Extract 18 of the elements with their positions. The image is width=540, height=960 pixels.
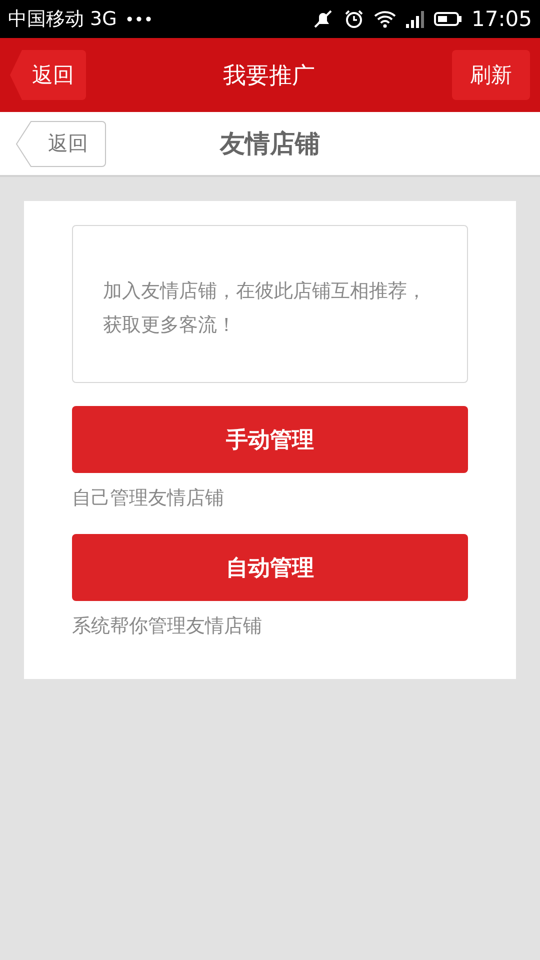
notification-dots: ••• [124,10,154,28]
carrier-label: 中国移动 3G [8,7,117,32]
manage-button[interactable]: 自动管理 [72,534,468,601]
page-title: 我要推广 [222,62,316,90]
alarm-clock-icon [343,9,366,29]
clock-time: 17:05 [471,7,532,31]
signal-icon [405,10,426,28]
battery-icon [434,11,462,27]
back-button[interactable]: 返回 [10,50,86,100]
manage-button[interactable]: 手动管理 [72,406,468,473]
intro-text-box: 加入友情店铺，在彼此店铺互相推荐，获取更多客流！ [72,225,468,383]
back-button[interactable]: 返回 [16,120,106,166]
section-title: 友情店铺 [218,128,321,160]
wifi-icon [374,10,396,28]
muted-bell-icon [312,9,334,29]
refresh-button[interactable]: 刷新 [452,50,530,100]
option-caption: 自己管理友情店铺 [72,486,225,511]
option-caption: 系统帮你管理友情店铺 [72,614,263,639]
